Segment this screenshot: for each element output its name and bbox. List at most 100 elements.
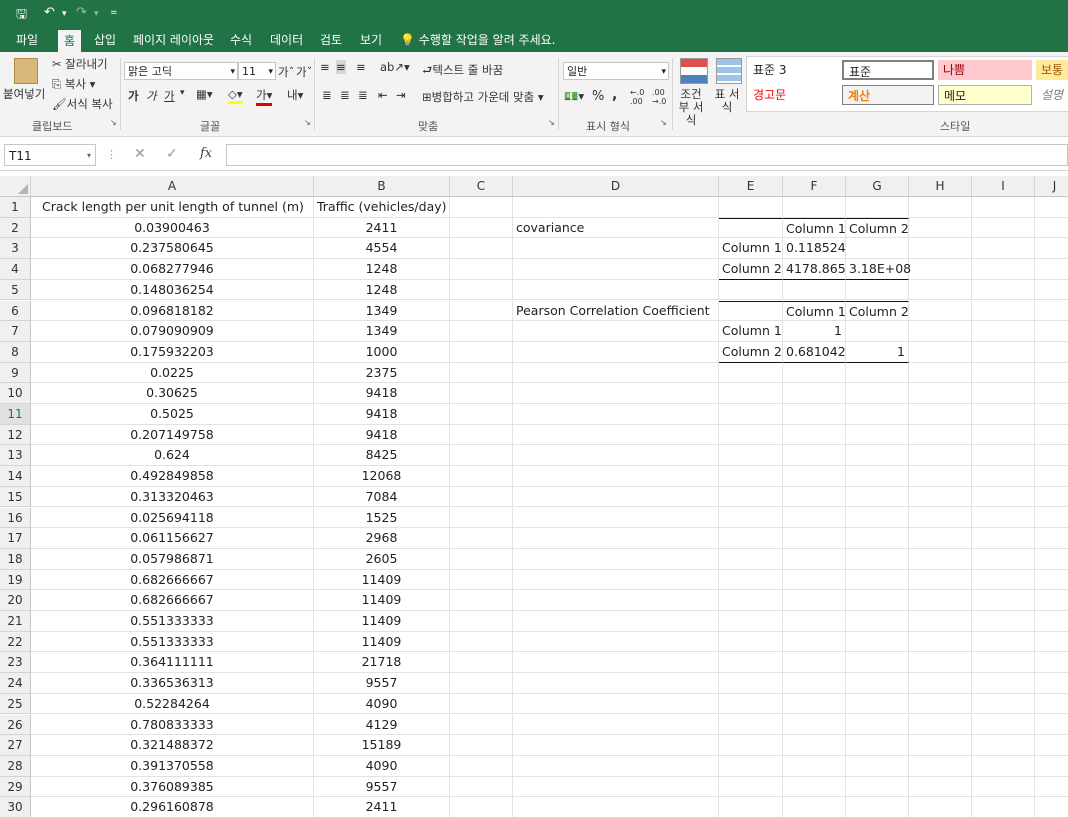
cell-c[interactable]: [450, 735, 513, 756]
cell-f[interactable]: [783, 673, 846, 694]
cell-e[interactable]: [719, 693, 783, 715]
cell-g[interactable]: [846, 383, 909, 404]
row-header[interactable]: 7: [0, 321, 31, 342]
cell-h[interactable]: [909, 673, 972, 694]
cell-c[interactable]: [450, 424, 513, 446]
font-name-combo[interactable]: 맑은 고딕 ▾: [124, 62, 238, 80]
cell-g[interactable]: [846, 197, 909, 218]
cell-a[interactable]: 0.025694118: [31, 507, 314, 529]
cell-f[interactable]: 0.681042: [783, 341, 846, 363]
cell-c[interactable]: [450, 279, 513, 301]
redo-icon[interactable]: ↷: [76, 5, 87, 20]
cell-d[interactable]: [513, 507, 719, 529]
decrease-font-icon[interactable]: 가ˇ: [296, 64, 312, 80]
cell-j[interactable]: [1035, 528, 1068, 549]
cell-g[interactable]: [846, 590, 909, 611]
cell-h[interactable]: [909, 569, 972, 591]
row-header[interactable]: 23: [0, 652, 31, 674]
cell-i[interactable]: [972, 797, 1035, 817]
style-normal-3[interactable]: 표준 3: [748, 60, 836, 80]
style-normal[interactable]: 표준: [842, 60, 934, 80]
cell-i[interactable]: [972, 404, 1035, 425]
cell-h[interactable]: [909, 735, 972, 756]
cell-i[interactable]: [972, 341, 1035, 363]
row-header[interactable]: 14: [0, 466, 31, 487]
cell-h[interactable]: [909, 631, 972, 653]
cell-b[interactable]: 7084: [314, 486, 450, 508]
cell-h[interactable]: [909, 404, 972, 425]
cell-d[interactable]: [513, 569, 719, 591]
cell-e[interactable]: [719, 445, 783, 467]
cell-f[interactable]: 1: [783, 321, 846, 342]
cell-e[interactable]: [719, 279, 783, 301]
cell-j[interactable]: [1035, 590, 1068, 611]
cell-b[interactable]: 4090: [314, 693, 450, 715]
cell-f[interactable]: [783, 197, 846, 218]
cell-a[interactable]: 0.079090909: [31, 321, 314, 342]
cell-j[interactable]: [1035, 735, 1068, 756]
cell-e[interactable]: [719, 631, 783, 653]
cell-f[interactable]: [783, 755, 846, 777]
undo-dropdown-icon[interactable]: ▾: [62, 9, 67, 19]
cell-i[interactable]: [972, 362, 1035, 384]
row-header[interactable]: 21: [0, 611, 31, 632]
cell-d[interactable]: [513, 548, 719, 570]
style-explanatory[interactable]: 설명: [1036, 85, 1068, 105]
cell-c[interactable]: [450, 507, 513, 529]
redo-dropdown-icon[interactable]: ▾: [94, 9, 99, 19]
cell-j[interactable]: [1035, 632, 1068, 653]
conditional-format-icon[interactable]: [680, 58, 708, 84]
cell-i[interactable]: [972, 383, 1035, 404]
cell-j[interactable]: [1035, 321, 1068, 342]
cell-d[interactable]: [513, 776, 719, 798]
row-header[interactable]: 29: [0, 776, 31, 798]
format-table-button[interactable]: 표 서식: [712, 88, 742, 114]
cell-i[interactable]: [972, 528, 1035, 549]
cell-d[interactable]: [513, 611, 719, 632]
cell-j[interactable]: [1035, 673, 1068, 694]
row-header[interactable]: 1: [0, 197, 31, 218]
cell-h[interactable]: [909, 652, 972, 674]
cell-e[interactable]: [719, 755, 783, 777]
cell-h[interactable]: [909, 445, 972, 467]
row-header[interactable]: 20: [0, 590, 31, 611]
cell-g[interactable]: [846, 611, 909, 632]
cell-b[interactable]: 1248: [314, 279, 450, 301]
name-box[interactable]: T11 ▾: [4, 144, 96, 166]
cell-f[interactable]: [783, 279, 846, 301]
cell-e[interactable]: [719, 486, 783, 508]
cell-a[interactable]: 0.237580645: [31, 238, 314, 260]
cell-f[interactable]: [783, 548, 846, 570]
cut-button[interactable]: ✂ 잘라내기: [52, 56, 108, 72]
cell-e[interactable]: [719, 652, 783, 674]
cell-h[interactable]: [909, 383, 972, 404]
cell-j[interactable]: [1035, 549, 1068, 570]
cell-a[interactable]: 0.492849858: [31, 466, 314, 487]
column-header-e[interactable]: E: [719, 176, 783, 196]
cell-g[interactable]: [846, 776, 909, 798]
cell-a[interactable]: 0.376089385: [31, 776, 314, 798]
align-right-icon[interactable]: ≣: [358, 88, 368, 102]
comma-button[interactable]: ,: [612, 87, 617, 103]
row-header[interactable]: 15: [0, 486, 31, 508]
cell-i[interactable]: [972, 238, 1035, 260]
cell-g[interactable]: [846, 652, 909, 674]
cell-b[interactable]: 2411: [314, 217, 450, 239]
cell-c[interactable]: [450, 217, 513, 239]
row-header[interactable]: 5: [0, 279, 31, 301]
cell-g[interactable]: [846, 714, 909, 736]
cell-h[interactable]: [909, 507, 972, 529]
cell-g[interactable]: [846, 424, 909, 446]
copy-button[interactable]: ⎘ 복사 ▾: [52, 76, 95, 92]
paste-icon[interactable]: [14, 58, 38, 84]
cell-b[interactable]: 9557: [314, 776, 450, 798]
undo-icon[interactable]: ↶: [44, 5, 55, 20]
cell-d[interactable]: Pearson Correlation Coefficient: [513, 300, 719, 322]
cell-h[interactable]: [909, 238, 972, 260]
cell-f[interactable]: [783, 507, 846, 529]
cell-h[interactable]: [909, 341, 972, 363]
cell-b[interactable]: 11409: [314, 590, 450, 611]
formula-input[interactable]: [226, 144, 1068, 166]
cell-g[interactable]: [846, 279, 909, 301]
tab-insert[interactable]: 삽입: [88, 28, 122, 52]
